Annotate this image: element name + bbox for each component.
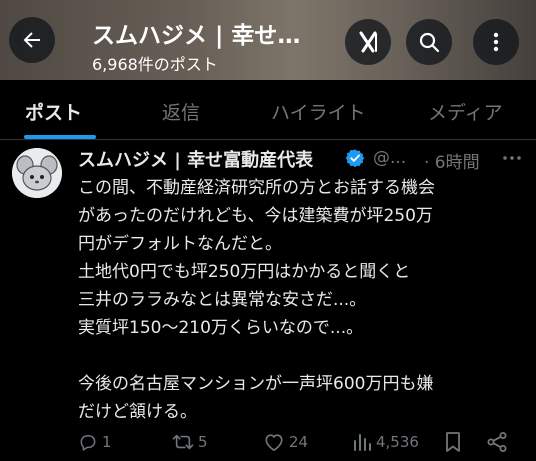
post-more-button[interactable] [500,150,524,166]
post-line: だけど頷ける。 [78,402,197,422]
more-horizontal-icon [503,156,521,160]
tab-replies[interactable]: 返信 [162,98,200,125]
profile-tabs: ポスト 返信 ハイライト メディア [0,80,536,140]
share-icon [487,432,507,452]
back-arrow-icon [23,32,40,48]
post-actions: 1 5 24 4,536 [0,425,536,459]
more-vertical-icon [493,32,499,52]
share-button[interactable] [486,425,508,459]
more-options-button[interactable] [473,19,519,65]
tab-highlights[interactable]: ハイライト [271,98,366,125]
search-button[interactable] [406,19,452,65]
profile-header: スムハジメ | 幸せ… 6,968件のポスト [0,0,536,80]
grok-button[interactable] [345,19,391,65]
views-count: 4,536 [376,433,419,451]
post-line: 円がデフォルトなんだと。 [78,234,282,254]
repost-count: 5 [198,433,208,451]
search-icon [419,32,440,53]
header-post-count: 6,968件のポスト [92,55,218,74]
post-line [78,342,532,370]
post-line: この間、不動産経済研究所の方とお話する機会 [78,178,435,198]
repost-icon [172,434,194,450]
avatar[interactable] [12,148,62,198]
views-icon [354,434,371,451]
grok-icon [359,31,377,53]
post-line: 実質坪150〜210万くらいなので...。 [78,318,364,338]
views-button[interactable]: 4,536 [352,425,419,459]
reply-button[interactable]: 1 [78,425,112,459]
like-count: 24 [289,433,309,451]
back-button[interactable] [9,17,55,63]
post-text: この間、不動産経済研究所の方とお話する機会 があったのだけれども、今は建築費が坪… [78,174,532,426]
bookmark-icon [446,432,460,452]
author-name[interactable]: スムハジメ | 幸せ富動産代表 [78,146,313,172]
reply-icon [80,435,96,451]
post-line: 三井のララみなとは異常な安さだ...。 [78,290,367,310]
author-handle[interactable]: @... [373,148,406,168]
repost-button[interactable]: 5 [172,425,208,459]
avatar-mouse-icon [12,148,62,198]
like-icon [265,434,283,451]
tab-media[interactable]: メディア [428,98,503,125]
post-time[interactable]: · 6時間 [424,148,480,173]
active-tab-indicator [24,135,96,139]
post-line: 土地代0円でも坪250万円はかかると聞くと [78,262,411,282]
header-title: スムハジメ | 幸せ… [92,23,301,49]
reply-count: 1 [102,433,112,451]
tab-posts[interactable]: ポスト [25,98,82,125]
post-line: があったのだけれども、今は建築費が坪250万 [78,206,433,226]
verified-badge-icon [345,149,365,168]
post-line: 今後の名古屋マンションが一声坪600万円も嫌 [78,374,434,394]
bookmark-button[interactable] [444,425,462,459]
like-button[interactable]: 24 [263,425,308,459]
